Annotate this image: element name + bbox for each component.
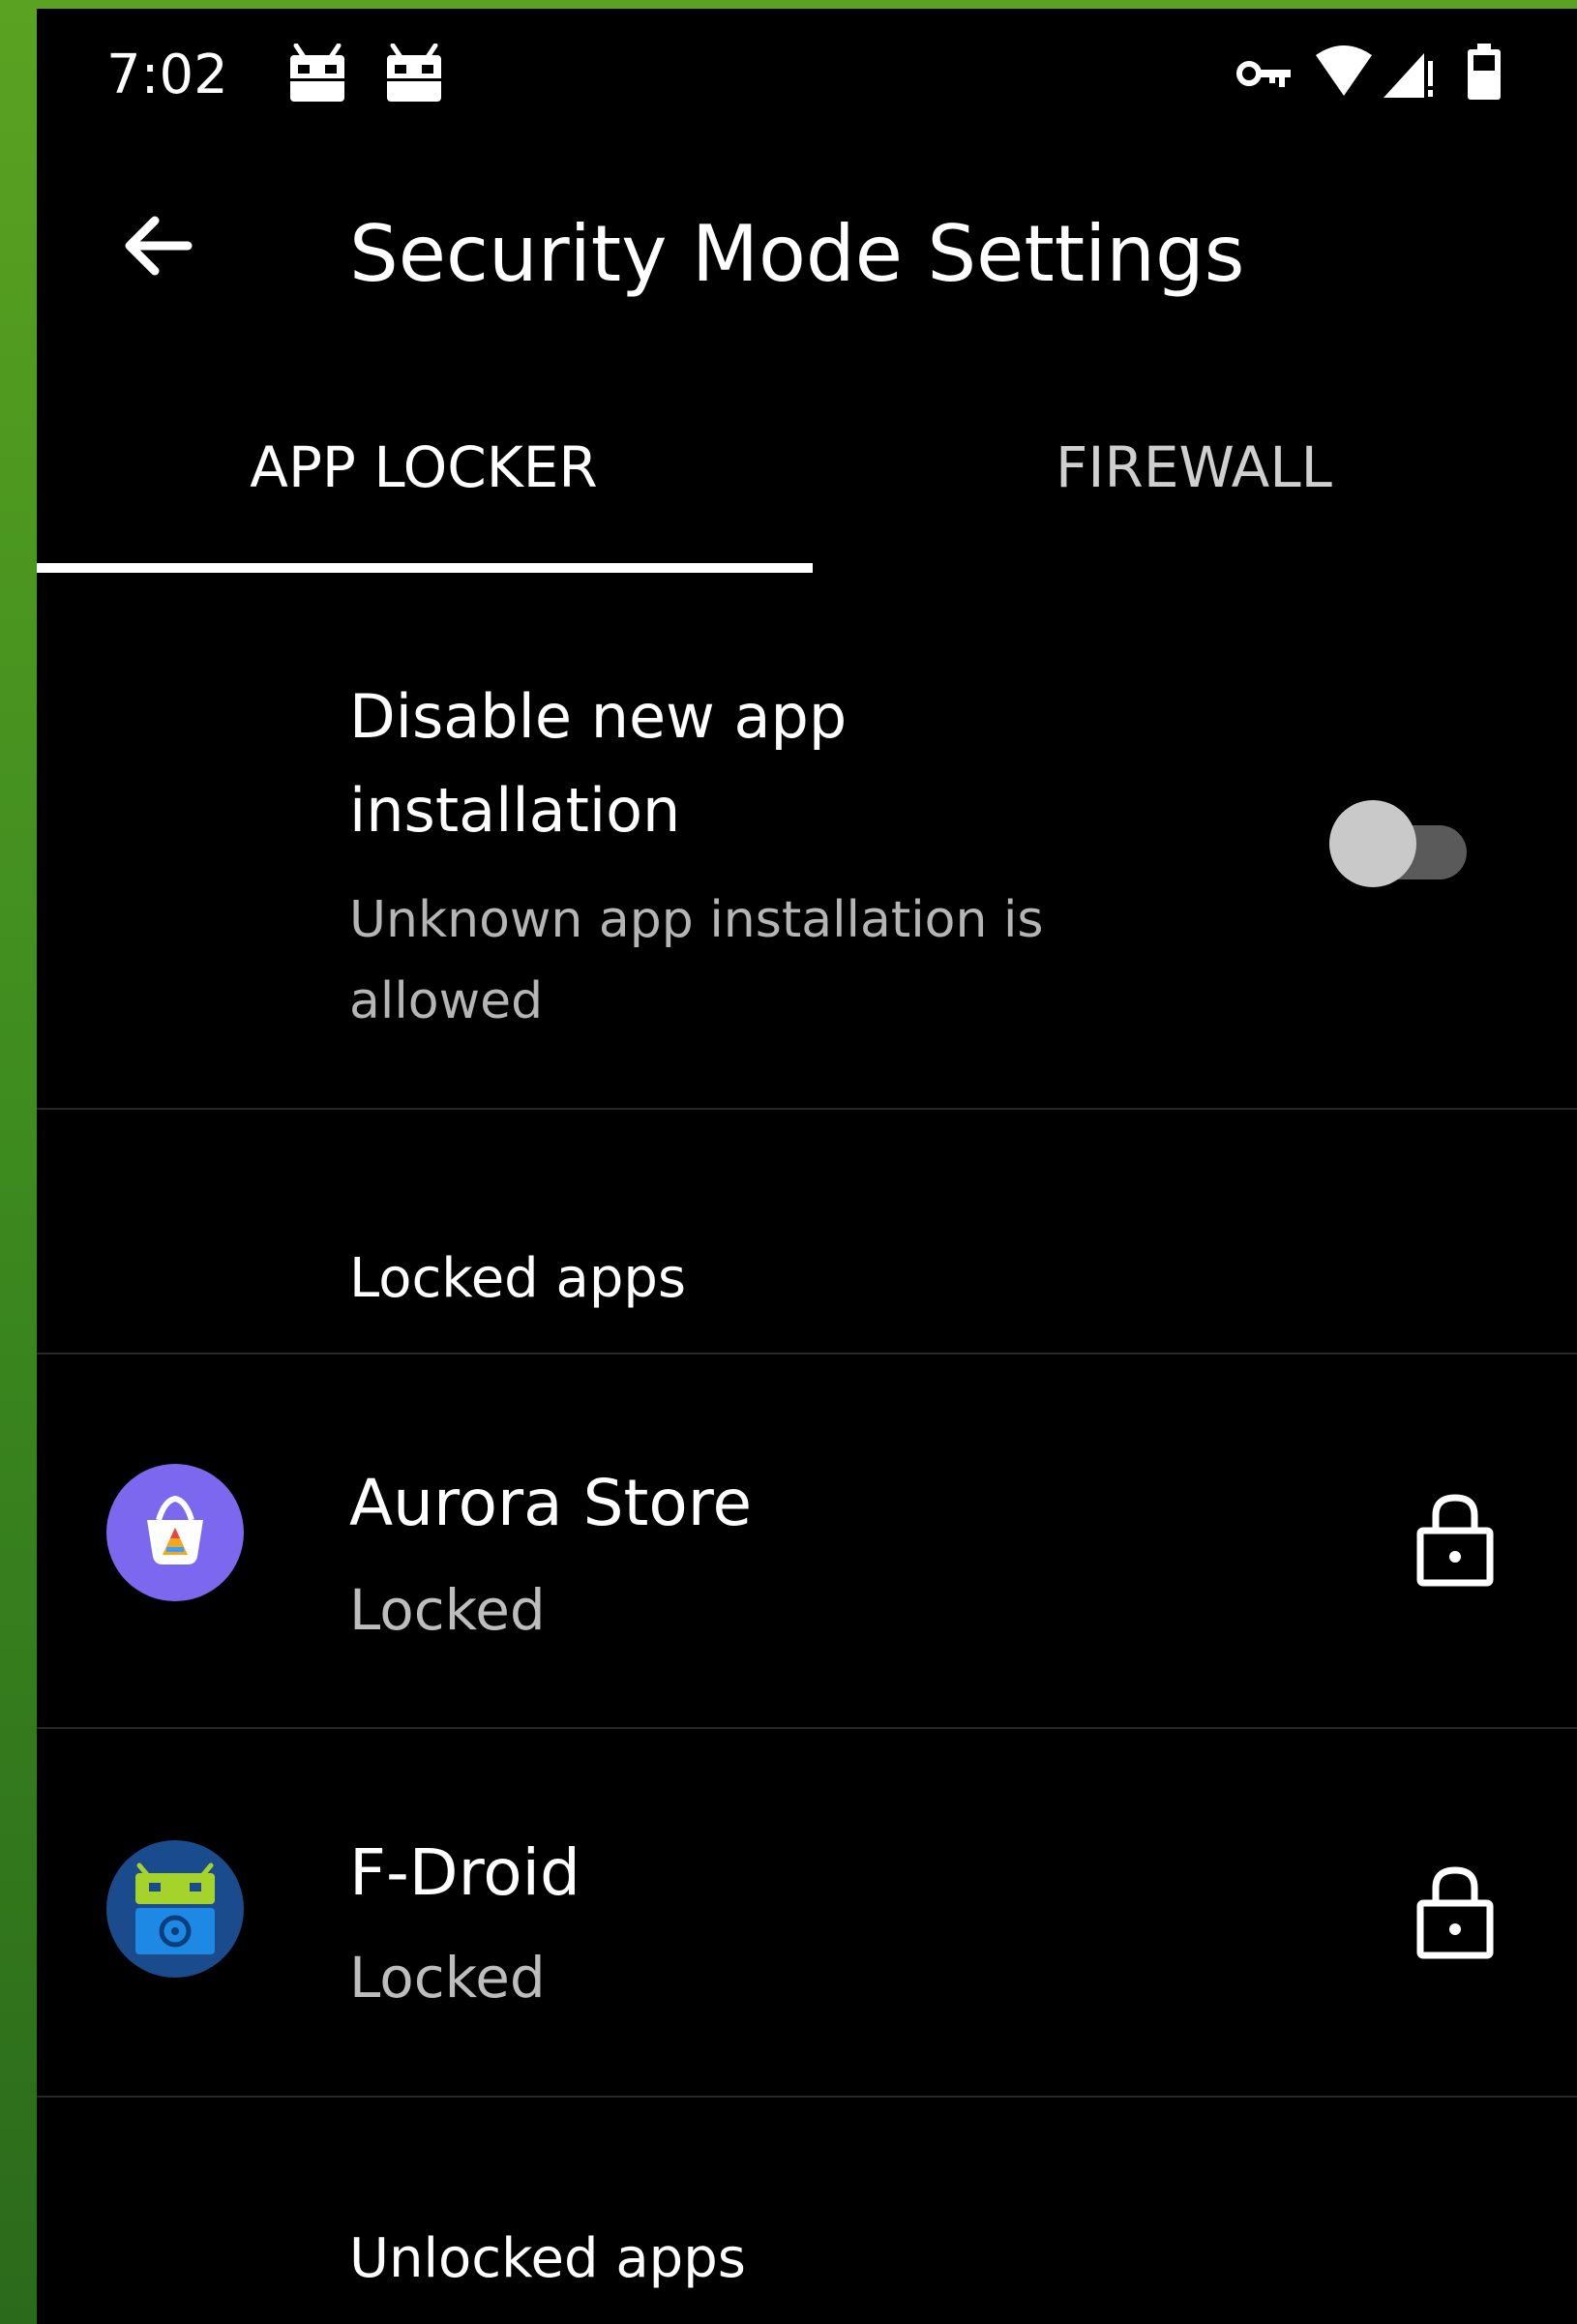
tab-label: FIREWALL: [1056, 434, 1332, 500]
android-notification-icon: [387, 44, 441, 102]
aurora-store-icon: [106, 1464, 244, 1601]
lock-icon: [1416, 1494, 1494, 1587]
android-notification-icon: [290, 44, 344, 102]
page-title: Security Mode Settings: [349, 209, 1245, 299]
setting-title: Disable new app installation: [349, 681, 848, 846]
tab-selection-indicator: [37, 563, 813, 573]
f-droid-icon: [106, 1840, 244, 1978]
tab-label: APP LOCKER: [250, 434, 598, 500]
divider: [37, 1108, 1577, 1110]
app-status: Locked: [349, 1945, 546, 2011]
tab-app-locker[interactable]: APP LOCKER: [37, 434, 811, 560]
toggle-thumb: [1329, 800, 1416, 887]
setting-summary: Unknown app installation is allowed: [349, 891, 1044, 1030]
unlocked-apps-header: Unlocked apps: [349, 2227, 746, 2290]
phone-screen: 7:02 Security Mode Settings APP LOCKER F…: [37, 9, 1577, 2324]
lock-icon: [1416, 1866, 1494, 1959]
new-app-installation-toggle[interactable]: [1329, 800, 1474, 889]
vpn-key-icon: [1236, 61, 1291, 87]
lock-toggle-button[interactable]: [1407, 1859, 1503, 1965]
status-time: 7:02: [106, 44, 228, 106]
list-item-f-droid[interactable]: F-Droid Locked: [37, 1729, 1577, 2095]
divider: [37, 2096, 1577, 2098]
app-name: F-Droid: [349, 1835, 580, 1910]
lock-toggle-button[interactable]: [1407, 1486, 1503, 1593]
battery-icon: [1468, 44, 1501, 100]
signal-icon: [1384, 53, 1433, 98]
locked-apps-header: Locked apps: [349, 1247, 687, 1310]
arrow-back-icon: [125, 216, 193, 276]
back-button[interactable]: [114, 202, 201, 289]
list-item-aurora-store[interactable]: Aurora Store Locked: [37, 1355, 1577, 1720]
tab-firewall[interactable]: FIREWALL: [811, 434, 1577, 560]
app-status: Locked: [349, 1577, 546, 1643]
app-name: Aurora Store: [349, 1466, 753, 1540]
wifi-icon: [1316, 45, 1372, 96]
